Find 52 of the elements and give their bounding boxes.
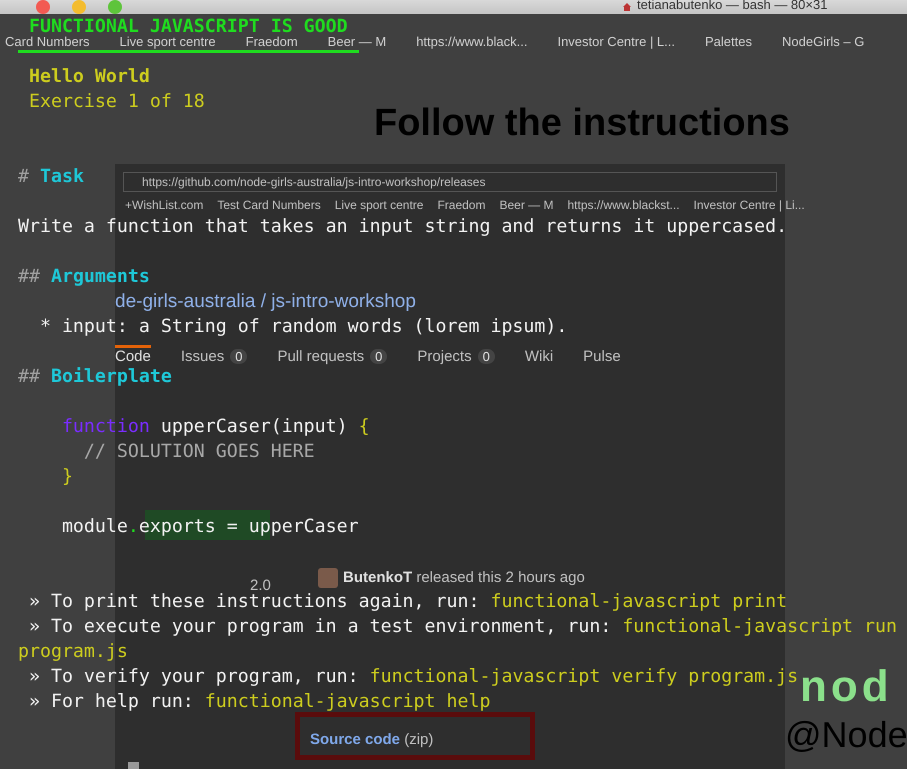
terminal-line: Write a function that takes an input string and returns it uppercased. xyxy=(18,216,788,237)
repo-tab[interactable]: Wiki xyxy=(524,345,554,365)
terminal-line: * input: a String of random words (lorem ipsum). xyxy=(38,316,568,337)
house-icon xyxy=(622,2,632,12)
avatar-icon xyxy=(318,568,338,588)
terminal-line: function upperCaser(input) { xyxy=(60,416,370,437)
bookmark-link[interactable]: Palettes xyxy=(705,35,752,49)
terminal-line: » For help run: functional-javascript help xyxy=(28,691,490,712)
slide-handle: @Node xyxy=(785,714,907,756)
address-bar[interactable]: https://github.com/node-girls-australia/js-intro-workshop/releases xyxy=(123,172,777,192)
terminal-line: } xyxy=(60,466,73,487)
terminal-line: ## Boilerplate xyxy=(18,366,172,387)
repo-tab[interactable]: Pulse xyxy=(583,345,621,365)
bookmark-link[interactable]: https://www.blackst... xyxy=(568,198,680,212)
terminal-line: » To execute your program in a test environment, run: functional-javascript run xyxy=(28,616,897,637)
bookmark-link[interactable]: Live sport centre xyxy=(120,35,216,49)
bookmark-link[interactable]: Fraedom xyxy=(246,35,298,49)
bookmark-link[interactable]: Card Numbers xyxy=(5,35,90,49)
terminal-line: » To verify your program, run: functional-javascript verify program.js xyxy=(28,666,798,687)
bookmark-link[interactable]: Beer — M xyxy=(328,35,386,49)
tag-label: 2.0 xyxy=(250,577,271,594)
release-info: ButenkoT released this 2 hours ago xyxy=(343,569,585,586)
bookmark-link[interactable]: https://www.black... xyxy=(416,35,528,49)
bookmark-link[interactable]: NodeGirls – G xyxy=(782,35,864,49)
repo-tab[interactable]: Code xyxy=(115,345,151,365)
close-button[interactable] xyxy=(36,0,50,14)
terminal-line: program.js xyxy=(18,641,128,662)
bookmark-link[interactable]: Fraedom xyxy=(437,198,486,212)
bookmark-link[interactable]: Investor Centre | L... xyxy=(557,35,675,49)
terminal-line: module.exports = upperCaser xyxy=(60,516,359,537)
slide-heading: Follow the instructions xyxy=(374,102,790,145)
zoom-button[interactable] xyxy=(108,0,122,14)
terminal-line: » To print these instructions again, run: functional-javascript print xyxy=(28,591,788,612)
repo-title: de-girls-australia / js-intro-workshop xyxy=(115,291,416,313)
bookmark-link[interactable]: Test Card Numbers xyxy=(217,198,321,212)
repo-tab[interactable]: Issues 0 xyxy=(180,345,248,365)
bookmark-link[interactable]: Live sport centre xyxy=(334,198,424,212)
repo-tab[interactable]: Pull requests 0 xyxy=(277,345,388,365)
banner-title: FUNCTIONAL JAVASCRIPT IS GOOD xyxy=(28,16,348,37)
terminal-line: // SOLUTION GOES HERE xyxy=(82,441,315,462)
terminal-line: # Task xyxy=(18,166,84,187)
bookmark-link[interactable]: Investor Centre | Li... xyxy=(694,198,805,212)
terminal-line: Hello World xyxy=(28,66,150,87)
cursor-block xyxy=(128,762,139,769)
bookmark-link[interactable]: +WishList.com xyxy=(125,198,204,212)
logo-text: nod xyxy=(800,662,893,712)
bookmark-link[interactable]: Beer — M xyxy=(499,198,554,212)
repo-tab[interactable]: Projects 0 xyxy=(417,345,495,365)
terminal-line: Exercise 1 of 18 xyxy=(28,91,205,112)
source-code-link[interactable]: Source code (zip) xyxy=(310,731,434,748)
minimize-button[interactable] xyxy=(72,0,86,14)
terminal-line: ## Arguments xyxy=(18,266,150,287)
